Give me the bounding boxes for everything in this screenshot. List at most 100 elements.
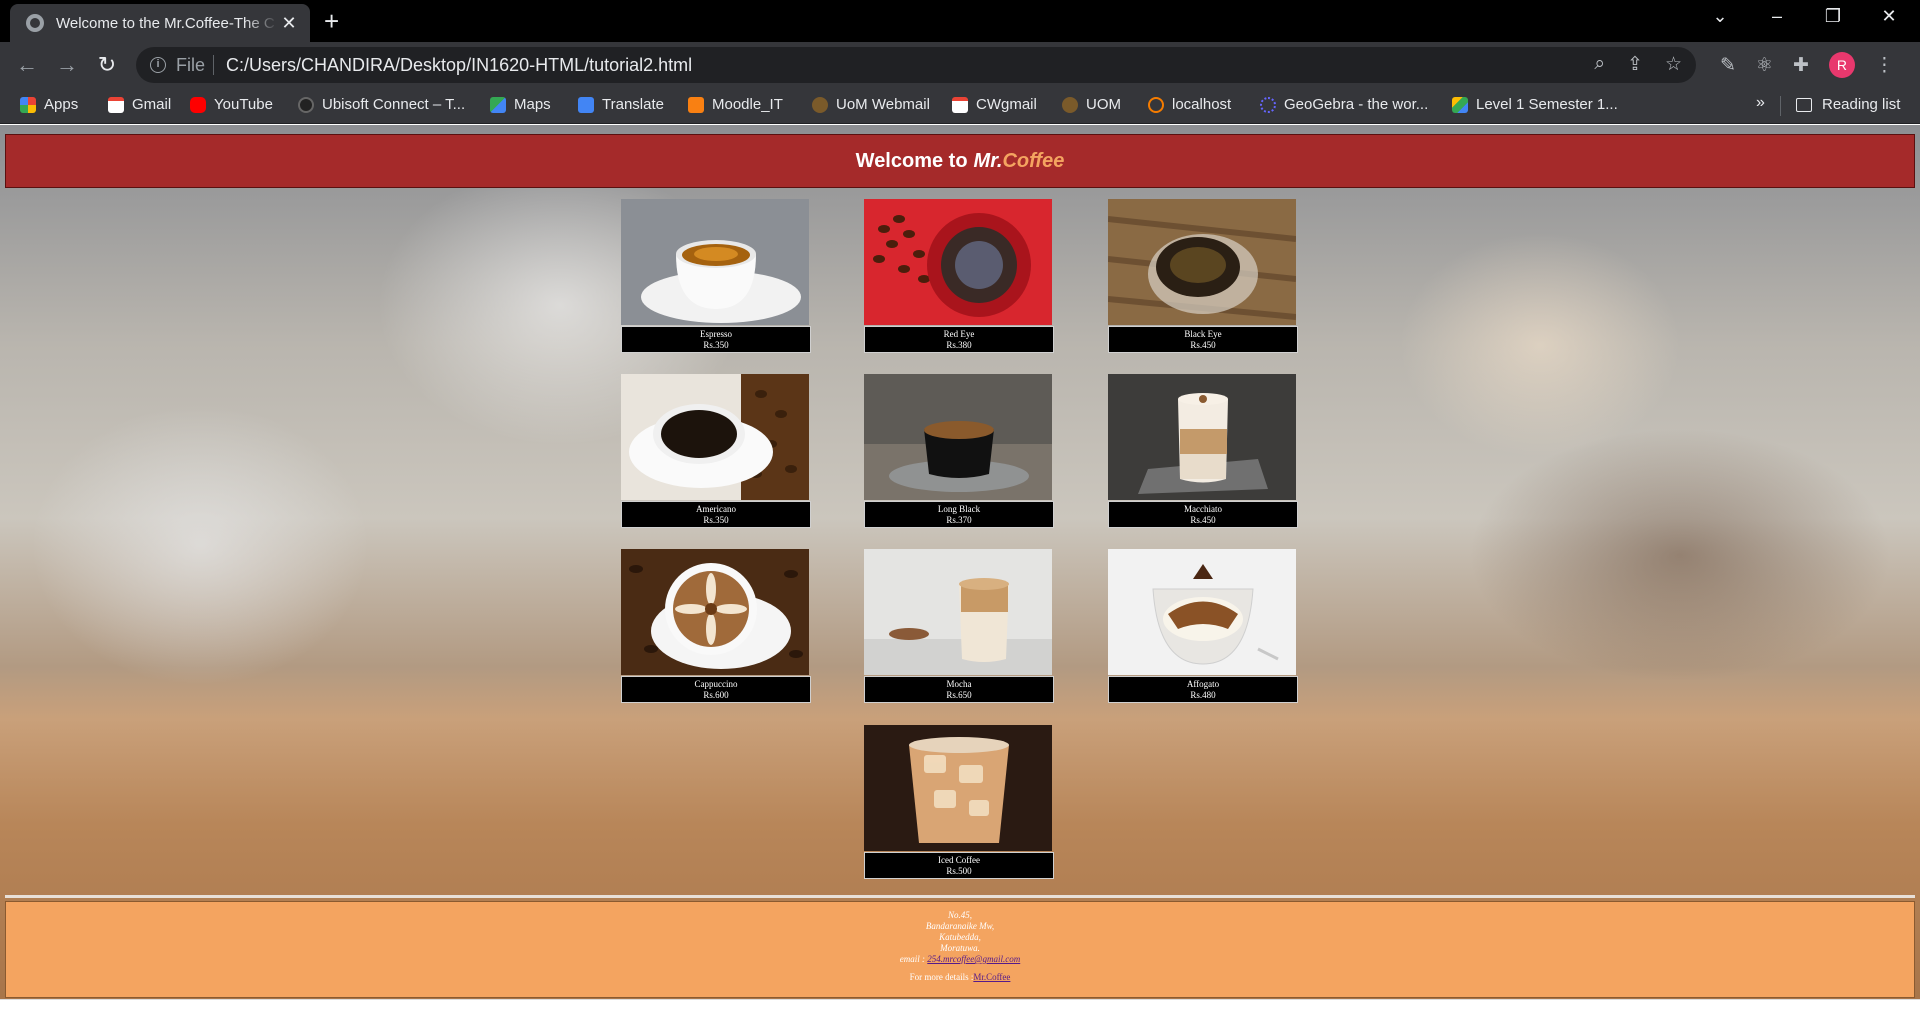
address-line: Moratuwa. <box>940 943 980 953</box>
menu-icon[interactable]: ⋮ <box>1875 54 1894 77</box>
star-icon[interactable]: ☆ <box>1665 53 1682 76</box>
share-icon[interactable]: ⇪ <box>1627 53 1643 76</box>
item-price: Rs.600 <box>703 690 729 700</box>
reading-list-icon <box>1796 97 1812 112</box>
translate-icon <box>578 96 594 113</box>
maps-icon <box>490 96 506 113</box>
extension-icon[interactable]: ✎ <box>1720 54 1736 77</box>
gmail-icon <box>952 96 968 113</box>
avatar[interactable]: R <box>1828 52 1855 78</box>
menu-card-black-eye: Black Eye Rs.450 <box>1108 199 1298 353</box>
browser-tab[interactable]: Welcome to the Mr.Coffee-The C ✕ <box>10 4 310 42</box>
menu-caption: Affogato Rs.480 <box>1108 676 1298 703</box>
more-details-label: For more details : <box>909 972 974 982</box>
item-name: Americano <box>696 504 736 514</box>
bookmark-uom[interactable]: UOM <box>1062 96 1121 113</box>
item-name: Macchiato <box>1184 504 1222 514</box>
item-name: Iced Coffee <box>937 855 981 865</box>
menu-caption: Americano Rs.350 <box>621 501 811 528</box>
bookmark-cwgmail[interactable]: CWgmail <box>952 96 1037 113</box>
close-window-button[interactable]: ✕ <box>1864 6 1914 27</box>
react-devtools-icon[interactable]: ⚛ <box>1756 54 1773 77</box>
minimize-button[interactable]: – <box>1752 6 1802 27</box>
bookmark-moodle[interactable]: Moodle_IT <box>688 96 783 113</box>
new-tab-button[interactable]: + <box>324 8 339 34</box>
bookmark-label: Ubisoft Connect – T... <box>322 96 466 113</box>
banner-brand: Mr.Coffee <box>974 150 1065 173</box>
page-body: Welcome to Mr.Coffee Espresso Rs.350 Red … <box>0 125 1920 999</box>
item-name: Affogato <box>1186 679 1220 689</box>
menu-caption: Mocha Rs.650 <box>864 676 1054 703</box>
long-black-image <box>864 374 1052 500</box>
url-scheme: File <box>176 54 206 75</box>
close-tab-icon[interactable]: ✕ <box>278 13 300 34</box>
bookmark-youtube[interactable]: YouTube <box>190 96 273 113</box>
tab-strip: Welcome to the Mr.Coffee-The C ✕ + ⌄ – ❐… <box>0 0 1920 42</box>
url-text[interactable]: C:/Users/CHANDIRA/Desktop/IN1620-HTML/tu… <box>226 55 692 76</box>
bookmark-label: GeoGebra - the wor... <box>1284 96 1429 113</box>
item-price: Rs.450 <box>1190 340 1216 350</box>
cappuccino-image <box>621 549 809 675</box>
bookmark-translate[interactable]: Translate <box>578 96 664 113</box>
banner-brand-mr: Mr. <box>973 149 1003 172</box>
item-price: Rs.350 <box>703 340 729 350</box>
puzzle-icon[interactable]: ✚ <box>1793 54 1809 77</box>
item-price: Rs.480 <box>1190 690 1216 700</box>
banner-brand-coffee: Coffee <box>1002 149 1065 172</box>
americano-image <box>621 374 809 500</box>
bookmark-apps[interactable]: Apps <box>20 96 78 113</box>
bookmarks-separator <box>1780 96 1781 116</box>
bookmark-label: Translate <box>602 96 664 113</box>
page-bottom-strip <box>0 999 1920 1031</box>
uom-icon <box>1062 96 1078 113</box>
item-name: Red Eye <box>943 329 975 339</box>
address-bar[interactable]: i File C:/Users/CHANDIRA/Desktop/IN1620-… <box>136 47 1696 83</box>
zoom-icon[interactable]: ⌕ <box>1594 53 1605 76</box>
bookmark-label: Level 1 Semester 1... <box>1476 96 1618 113</box>
banner-prefix: Welcome to <box>855 149 968 172</box>
bookmarks-overflow-button[interactable]: » <box>1756 94 1765 112</box>
bookmark-uom-webmail[interactable]: UoM Webmail <box>812 96 930 113</box>
page-footer: No.45, Bandaranaike Mw, Katubedda, Morat… <box>5 901 1915 998</box>
item-price: Rs.500 <box>946 866 972 876</box>
bookmark-localhost[interactable]: localhost <box>1148 96 1231 113</box>
forward-icon[interactable]: → <box>52 50 82 80</box>
back-icon[interactable]: ← <box>12 50 42 80</box>
mr-coffee-link[interactable]: Mr.Coffee <box>973 972 1010 982</box>
menu-card-affogato: Affogato Rs.480 <box>1108 549 1298 703</box>
menu-card-red-eye: Red Eye Rs.380 <box>864 199 1054 353</box>
reading-list-button[interactable]: Reading list <box>1796 96 1900 113</box>
menu-card-mocha: Mocha Rs.650 <box>864 549 1054 703</box>
black-eye-image <box>1108 199 1296 325</box>
item-price: Rs.380 <box>946 340 972 350</box>
menu-card-espresso: Espresso Rs.350 <box>621 199 811 353</box>
bookmark-label: YouTube <box>214 96 273 113</box>
item-name: Black Eye <box>1184 329 1222 339</box>
bookmark-label: UoM Webmail <box>836 96 930 113</box>
item-price: Rs.350 <box>703 515 729 525</box>
address-line: Katubedda, <box>939 932 981 942</box>
bookmark-level1[interactable]: Level 1 Semester 1... <box>1452 96 1618 113</box>
bookmark-ubisoft[interactable]: Ubisoft Connect – T... <box>298 96 465 113</box>
reload-icon[interactable]: ↻ <box>92 50 122 80</box>
tab-search-icon[interactable]: ⌄ <box>1695 6 1745 27</box>
affogato-image <box>1108 549 1296 675</box>
google-drive-icon <box>1452 96 1468 113</box>
menu-caption: Black Eye Rs.450 <box>1108 326 1298 353</box>
menu-caption: Red Eye Rs.380 <box>864 326 1054 353</box>
url-separator <box>213 55 215 75</box>
email-link[interactable]: 254.mrcoffee@gmail.com <box>927 954 1020 964</box>
geogebra-icon <box>1260 96 1276 113</box>
item-price: Rs.650 <box>946 690 972 700</box>
bookmark-geogebra[interactable]: GeoGebra - the wor... <box>1260 96 1428 113</box>
address-line: No.45, <box>947 910 972 920</box>
email-row: email : 254.mrcoffee@gmail.com <box>6 954 1914 965</box>
restore-button[interactable]: ❐ <box>1808 6 1858 27</box>
info-icon[interactable]: i <box>150 57 166 73</box>
bookmark-gmail[interactable]: Gmail <box>108 96 171 113</box>
tab-title: Welcome to the Mr.Coffee-The C <box>56 14 275 32</box>
bookmark-maps[interactable]: Maps <box>490 96 551 113</box>
menu-caption: Long Black Rs.370 <box>864 501 1054 528</box>
moodle-icon <box>688 96 704 113</box>
menu-caption: Iced Coffee Rs.500 <box>864 852 1054 879</box>
